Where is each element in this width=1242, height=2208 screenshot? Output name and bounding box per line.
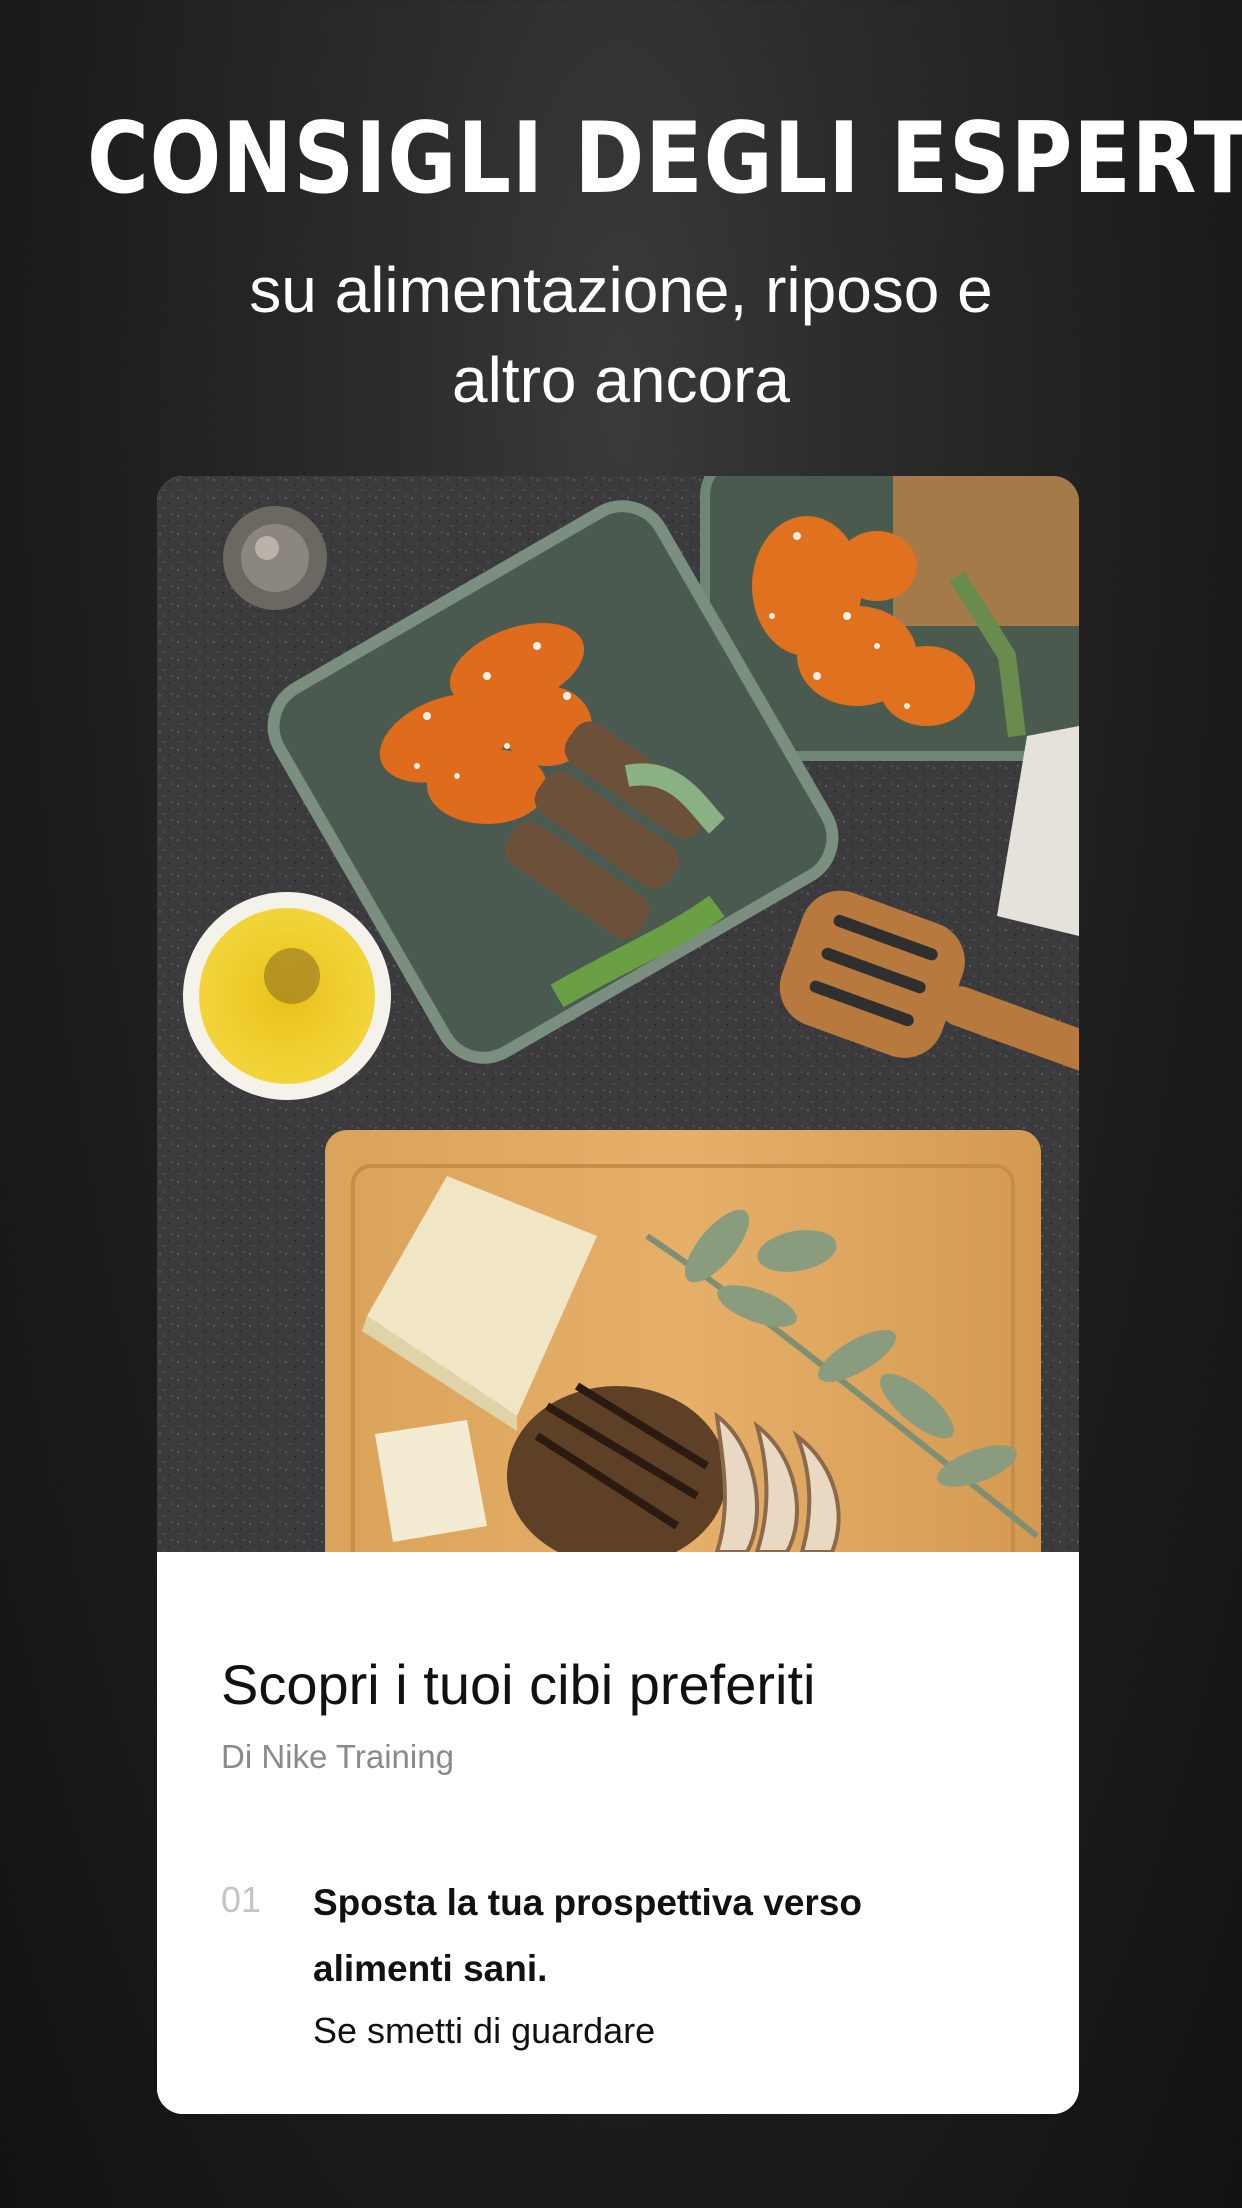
step-text: Se smetti di guardare — [313, 2010, 656, 2051]
headline: CONSIGLI DEGLI ESPERTI — [86, 102, 1242, 216]
article-title: Scopri i tuoi cibi preferiti — [221, 1653, 816, 1716]
step-number: 01 — [221, 1879, 262, 1920]
subheadline: su alimentazione, riposo e altro ancora — [120, 245, 1122, 425]
subheadline-line-1: su alimentazione, riposo e — [249, 254, 993, 326]
step-title: Sposta la tua prospettiva verso alimenti… — [313, 1882, 863, 1989]
food-photo — [157, 476, 1079, 1552]
article-author: Di Nike Training — [221, 1738, 454, 1775]
card-content: Scopri i tuoi cibi preferiti Di Nike Tra… — [157, 1552, 1079, 2114]
subheadline-line-2: altro ancora — [452, 344, 790, 416]
article-card[interactable]: Scopri i tuoi cibi preferiti Di Nike Tra… — [157, 476, 1079, 2114]
